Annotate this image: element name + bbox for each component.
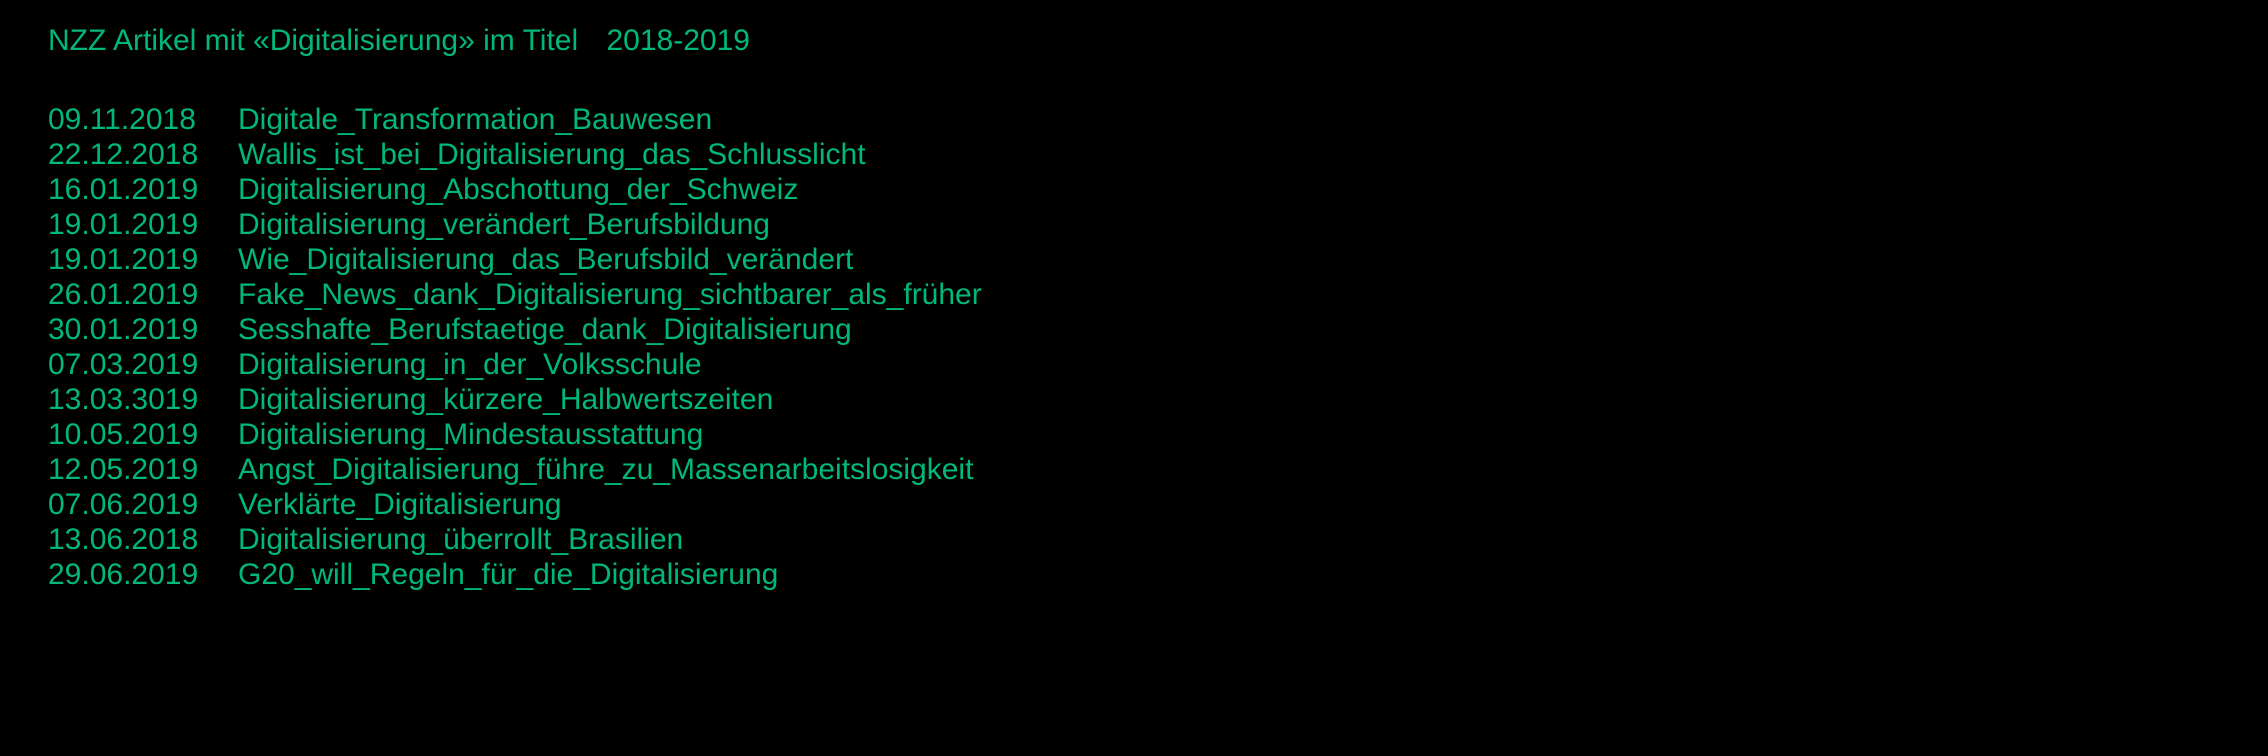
list-item: 30.01.2019 Sesshafte_Berufstaetige_dank_… (48, 313, 2220, 346)
article-date: 19.01.2019 (48, 208, 238, 241)
list-item: 19.01.2019 Wie_Digitalisierung_das_Beruf… (48, 243, 2220, 276)
list-item: 07.03.2019 Digitalisierung_in_der_Volkss… (48, 348, 2220, 381)
article-title: Digitale_Transformation_Bauwesen (238, 103, 2220, 136)
article-list: 09.11.2018 Digitale_Transformation_Bauwe… (48, 103, 2220, 591)
article-title: G20_will_Regeln_für_die_Digitalisierung (238, 558, 2220, 591)
list-item: 29.06.2019 G20_will_Regeln_für_die_Digit… (48, 558, 2220, 591)
article-date: 19.01.2019 (48, 243, 238, 276)
list-item: 09.11.2018 Digitale_Transformation_Bauwe… (48, 103, 2220, 136)
article-date: 07.03.2019 (48, 348, 238, 381)
article-title: Digitalisierung_kürzere_Halbwertszeiten (238, 383, 2220, 416)
article-title: Digitalisierung_Mindestausstattung (238, 418, 2220, 451)
list-item: 26.01.2019 Fake_News_dank_Digitalisierun… (48, 278, 2220, 311)
title-range: 2018-2019 (607, 24, 750, 57)
article-title: Verklärte_Digitalisierung (238, 488, 2220, 521)
title-main: NZZ Artikel mit «Digitalisierung» im Tit… (48, 24, 578, 57)
article-date: 30.01.2019 (48, 313, 238, 346)
article-title: Fake_News_dank_Digitalisierung_sichtbare… (238, 278, 2220, 311)
article-title: Digitalisierung_in_der_Volksschule (238, 348, 2220, 381)
list-item: 07.06.2019 Verklärte_Digitalisierung (48, 488, 2220, 521)
article-date: 13.06.2018 (48, 523, 238, 556)
list-item: 13.06.2018 Digitalisierung_überrollt_Bra… (48, 523, 2220, 556)
article-date: 22.12.2018 (48, 138, 238, 171)
article-date: 26.01.2019 (48, 278, 238, 311)
page-title: NZZ Artikel mit «Digitalisierung» im Tit… (48, 24, 2220, 57)
article-date: 29.06.2019 (48, 558, 238, 591)
article-title: Angst_Digitalisierung_führe_zu_Massenarb… (238, 453, 2220, 486)
article-title: Wie_Digitalisierung_das_Berufsbild_verän… (238, 243, 2220, 276)
list-item: 12.05.2019 Angst_Digitalisierung_führe_z… (48, 453, 2220, 486)
article-date: 12.05.2019 (48, 453, 238, 486)
article-title: Digitalisierung_Abschottung_der_Schweiz (238, 173, 2220, 206)
article-date: 07.06.2019 (48, 488, 238, 521)
list-item: 19.01.2019 Digitalisierung_verändert_Ber… (48, 208, 2220, 241)
list-item: 10.05.2019 Digitalisierung_Mindestaussta… (48, 418, 2220, 451)
list-item: 16.01.2019 Digitalisierung_Abschottung_d… (48, 173, 2220, 206)
article-date: 09.11.2018 (48, 103, 238, 136)
article-title: Wallis_ist_bei_Digitalisierung_das_Schlu… (238, 138, 2220, 171)
article-title: Sesshafte_Berufstaetige_dank_Digitalisie… (238, 313, 2220, 346)
article-date: 13.03.3019 (48, 383, 238, 416)
list-item: 13.03.3019 Digitalisierung_kürzere_Halbw… (48, 383, 2220, 416)
article-title: Digitalisierung_überrollt_Brasilien (238, 523, 2220, 556)
article-date: 10.05.2019 (48, 418, 238, 451)
article-date: 16.01.2019 (48, 173, 238, 206)
list-item: 22.12.2018 Wallis_ist_bei_Digitalisierun… (48, 138, 2220, 171)
article-title: Digitalisierung_verändert_Berufsbildung (238, 208, 2220, 241)
